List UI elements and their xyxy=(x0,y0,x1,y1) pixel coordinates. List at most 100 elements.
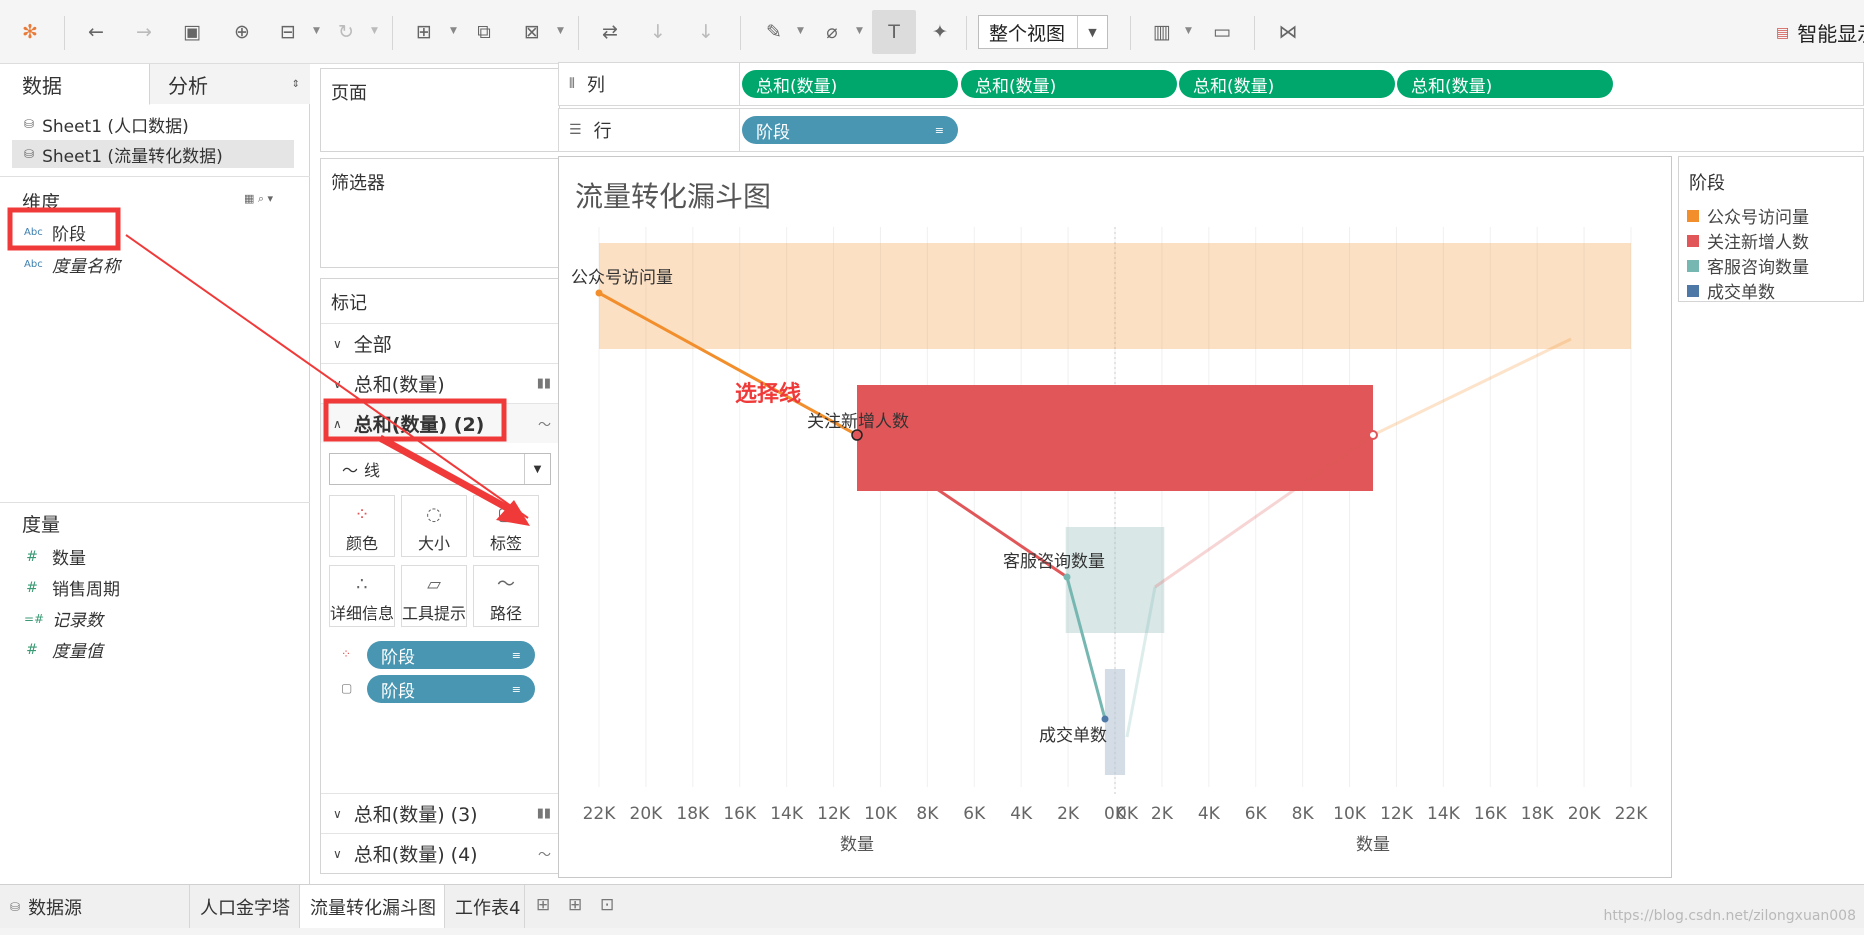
tab-data[interactable]: 数据 xyxy=(0,64,150,105)
chevron-down-icon[interactable]: ▼ xyxy=(371,26,378,36)
chevron-down-icon[interactable]: ▼ xyxy=(797,26,804,36)
chevron-down-icon[interactable]: ▼ xyxy=(450,26,457,36)
pin-icon[interactable]: ✦ xyxy=(926,18,954,46)
sort-desc-icon[interactable]: ↓ xyxy=(692,18,720,46)
legend-item[interactable]: 客服咨询数量 xyxy=(1687,253,1809,278)
rows-pill[interactable]: 阶段 ≡ xyxy=(742,116,958,144)
new-story-icon[interactable]: ⊡ xyxy=(600,895,614,915)
funnel-chart[interactable]: 公众号访问量关注新增人数客服咨询数量成交单数 选择线 22K 20K 18K 16K 14K… xyxy=(559,157,1671,877)
size-button[interactable]: ◌ 大小 xyxy=(401,495,467,557)
legend-item[interactable]: 成交单数 xyxy=(1687,278,1775,303)
show-labels-icon[interactable]: T xyxy=(872,10,916,54)
tab-data-label: 数据 xyxy=(22,73,62,98)
label-button[interactable]: ▢ 标签 xyxy=(473,495,539,557)
tab-datasource[interactable]: ⛁ 数据源 xyxy=(0,885,190,929)
sort-icon[interactable]: ⇕ xyxy=(292,79,300,90)
measure-field[interactable]: =# 记录数 xyxy=(24,606,103,631)
marks-row[interactable]: ∨ 总和(数量) (3) ▮▮ xyxy=(321,793,561,833)
dimension-field[interactable]: Abc 阶段 xyxy=(24,220,86,245)
new-dashboard-icon[interactable]: ⊞ xyxy=(568,895,582,915)
view-canvas[interactable]: 流量转化漏斗图 公众号访问量 关注新增人数 客服咨询数量 成交单数 选择线 22K 20K 1… xyxy=(558,156,1672,878)
rows-shelf[interactable]: ☰ 行 阶段 ≡ xyxy=(558,108,1864,152)
smart-display-button[interactable]: ▤ 智能显示 xyxy=(1776,18,1864,47)
sheet-tab-active[interactable]: 流量转化漏斗图 xyxy=(300,885,445,929)
label-label: 标签 xyxy=(489,534,522,553)
share-icon[interactable]: ⋈ xyxy=(1274,18,1302,46)
redo-icon[interactable]: → xyxy=(130,18,158,46)
database-icon: ⛁ xyxy=(24,147,35,161)
chevron-down-icon[interactable]: ▼ xyxy=(313,26,320,36)
clear-sheet-icon[interactable]: ⊠ xyxy=(518,18,546,46)
view-mode-select[interactable]: 整个视图 ▼ xyxy=(978,15,1108,49)
marks-row[interactable]: ∨ 总和(数量) ▮▮ xyxy=(321,363,561,403)
smart-display-label: 智能显示 xyxy=(1797,22,1864,46)
legend-item[interactable]: 关注新增人数 xyxy=(1687,228,1809,253)
show-me-icon[interactable]: ▥ xyxy=(1148,18,1176,46)
swap-icon[interactable]: ⇄ xyxy=(596,18,624,46)
chevron-down-icon[interactable]: ▼ xyxy=(1185,26,1192,36)
detail-button[interactable]: ∴ 详细信息 xyxy=(329,565,395,627)
marks-row[interactable]: ∨ 总和(数量) (4) 〜 xyxy=(321,833,561,873)
columns-pill[interactable]: 总和(数量) xyxy=(1397,70,1613,98)
pages-card[interactable]: 页面 xyxy=(320,68,560,152)
highlight-icon[interactable]: ✎ xyxy=(760,18,788,46)
save-icon[interactable]: ▣ xyxy=(178,18,206,46)
presentation-icon[interactable]: ▭ xyxy=(1208,18,1236,46)
tab-analysis[interactable]: 分析 ⇕ xyxy=(150,64,310,104)
chevron-down-icon[interactable]: ▼ xyxy=(557,26,564,36)
legend[interactable]: 阶段 公众号访问量 关注新增人数 客服咨询数量 成交单数 xyxy=(1678,156,1864,303)
measure-field[interactable]: # 度量值 xyxy=(24,637,103,663)
refresh-icon[interactable]: ↻ xyxy=(332,18,360,46)
dimension-field[interactable]: Abc 度量名称 xyxy=(24,252,120,277)
datasource-label: Sheet1 (流量转化数据) xyxy=(42,146,223,167)
text-label-icon: ▢ xyxy=(497,504,515,525)
label-pill[interactable]: 阶段 ≡ xyxy=(367,675,535,703)
columns-pill[interactable]: 总和(数量) xyxy=(742,70,958,98)
sheet-tab[interactable]: 工作表4 xyxy=(445,885,525,929)
measure-field[interactable]: # 数量 xyxy=(24,544,86,570)
database-icon: ⛁ xyxy=(24,117,35,131)
datasource-item[interactable]: ⛁ Sheet1 (流量转化数据) xyxy=(12,140,294,168)
group-icon[interactable]: ⌀ xyxy=(818,18,846,46)
legend-item[interactable]: 公众号访问量 xyxy=(1687,203,1809,228)
marks-row-active[interactable]: ∧ 总和(数量) (2) 〜 xyxy=(321,403,561,443)
mark-type-value: 线 xyxy=(364,461,381,480)
cards-column: 页面 筛选器 标记 ∨ 全部 ∨ 总和(数量) ▮▮ ∧ 总和(数量) (2) … xyxy=(311,64,561,884)
datasource-item[interactable]: ⛁ Sheet1 (人口数据) xyxy=(12,110,294,138)
stage-label: 关注新增人数 xyxy=(807,412,909,432)
tableau-logo-icon[interactable]: ✻ xyxy=(16,18,44,46)
columns-shelf[interactable]: ⫴ 列 总和(数量) 总和(数量) 总和(数量) 总和(数量) xyxy=(558,62,1864,106)
marks-row-all[interactable]: ∨ 全部 xyxy=(321,323,561,363)
columns-pill[interactable]: 总和(数量) xyxy=(1179,70,1395,98)
path-point xyxy=(1368,430,1378,440)
sheet-tab-label: 人口金字塔 xyxy=(200,898,290,919)
pane-tabs: 数据 分析 ⇕ xyxy=(0,64,310,105)
new-datasource-icon[interactable]: ⊕ xyxy=(228,18,256,46)
status-bar xyxy=(0,928,1864,935)
x-tick-label: 0K xyxy=(1116,804,1139,824)
new-worksheet-icon[interactable]: ⊞ xyxy=(536,895,550,915)
undo-icon[interactable]: ← xyxy=(82,18,110,46)
new-worksheet-icon[interactable]: ⊞ xyxy=(410,18,438,46)
dimension-tools[interactable]: ▦ ⌕ ▾ xyxy=(244,192,273,206)
duplicate-icon[interactable]: ⧉ xyxy=(470,18,498,46)
mark-type-select[interactable]: 〜 线 ▼ xyxy=(329,453,551,485)
color-pill[interactable]: 阶段 ≡ xyxy=(367,641,535,669)
measure-field[interactable]: # 销售周期 xyxy=(24,575,120,601)
columns-label: 列 xyxy=(586,75,605,96)
x-tick-label: 22K xyxy=(583,804,617,824)
columns-pill[interactable]: 总和(数量) xyxy=(961,70,1177,98)
sheet-tab[interactable]: 人口金字塔 xyxy=(190,885,300,929)
x-tick-label: 20K xyxy=(1568,804,1602,824)
sort-asc-icon[interactable]: ↓ xyxy=(644,18,672,46)
marks-card: 标记 ∨ 全部 ∨ 总和(数量) ▮▮ ∧ 总和(数量) (2) 〜 〜 线 ▼ xyxy=(320,278,561,874)
filters-card[interactable]: 筛选器 xyxy=(320,158,560,268)
chevron-down-icon: ∨ xyxy=(333,806,342,821)
sort-icon: ≡ xyxy=(511,682,521,696)
color-button[interactable]: ⁘ 颜色 xyxy=(329,495,395,557)
path-button[interactable]: 〜 路径 xyxy=(473,565,539,627)
tooltip-button[interactable]: ▱ 工具提示 xyxy=(401,565,467,627)
pause-update-icon[interactable]: ⊟ xyxy=(274,18,302,46)
detail-icon: ∴ xyxy=(356,574,368,595)
chevron-down-icon[interactable]: ▼ xyxy=(856,26,863,36)
